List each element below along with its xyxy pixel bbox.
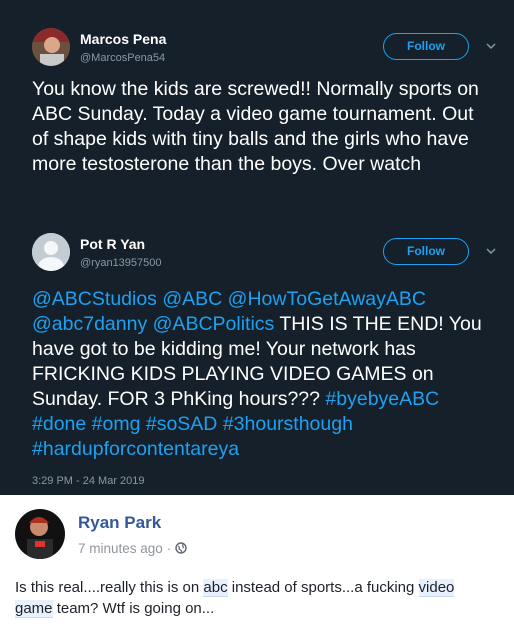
- follow-button[interactable]: Follow: [383, 33, 469, 60]
- post-text-part: team? Wtf is going on...: [52, 600, 215, 617]
- hashtag-link[interactable]: #hardupforcontentareya: [32, 438, 239, 460]
- tweet-text: You know the kids are screwed!! Normally…: [32, 78, 479, 175]
- default-avatar[interactable]: [32, 233, 70, 271]
- twitter-screenshot: Marcos Pena @MarcosPena54 Follow You kno…: [0, 0, 514, 495]
- chevron-down-icon[interactable]: [484, 39, 498, 53]
- post-text-part: instead of sports...a fucking: [227, 579, 419, 596]
- mention-link[interactable]: @HowToGetAwayABC: [228, 288, 426, 310]
- marcos-avatar[interactable]: [32, 28, 70, 66]
- hashtag-link[interactable]: #omg: [92, 413, 141, 435]
- chevron-down-icon[interactable]: [484, 244, 498, 258]
- author-handle[interactable]: @MarcosPena54: [80, 52, 165, 64]
- timestamp[interactable]: 3:29 PM - 24 Mar 2019: [32, 475, 145, 487]
- hashtag-link[interactable]: #soSAD: [146, 413, 218, 435]
- separator: ·: [162, 541, 175, 556]
- mention-link[interactable]: @abc7danny: [32, 313, 147, 335]
- hashtag-link[interactable]: #byebyeABC: [325, 388, 439, 410]
- poster-name[interactable]: Ryan Park: [78, 513, 161, 533]
- post-text-part: Is this real....really this is on: [15, 579, 204, 596]
- author-name[interactable]: Pot R Yan: [80, 236, 145, 252]
- globe-icon: [175, 542, 187, 554]
- ryan-avatar[interactable]: [15, 509, 65, 559]
- facebook-post: Ryan Park 7 minutes ago · Is this real..…: [0, 495, 514, 627]
- highlighted-keyword[interactable]: abc: [203, 579, 228, 597]
- author-name[interactable]: Marcos Pena: [80, 31, 166, 47]
- post-meta: 7 minutes ago ·: [78, 541, 187, 556]
- mention-link[interactable]: @ABCPolitics: [153, 313, 275, 335]
- author-handle[interactable]: @ryan13957500: [80, 257, 162, 269]
- post-time[interactable]: 7 minutes ago: [78, 541, 163, 556]
- mention-link[interactable]: @ABC: [162, 288, 222, 310]
- mention-link[interactable]: @ABCStudios: [32, 288, 157, 310]
- hashtag-link[interactable]: #done: [32, 413, 86, 435]
- follow-button[interactable]: Follow: [383, 238, 469, 265]
- tweet-text: @ABCStudios @ABC @HowToGetAwayABC @abc7d…: [32, 287, 492, 462]
- post-text: Is this real....really this is on abc in…: [15, 577, 495, 619]
- hashtag-link[interactable]: #3hoursthough: [223, 413, 353, 435]
